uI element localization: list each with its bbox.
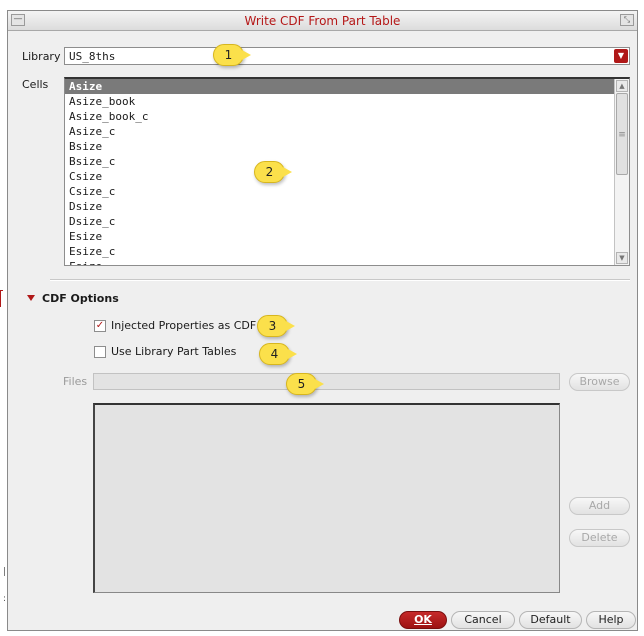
section-divider [50, 279, 630, 281]
default-button[interactable]: Default [519, 611, 582, 629]
cells-scrollbar[interactable]: ▲ ≡ ▼ [614, 79, 629, 265]
cell-list-item[interactable]: Csize [65, 169, 615, 184]
edge-marker [0, 290, 3, 307]
cell-list-item[interactable]: Dsize_c [65, 214, 615, 229]
delete-button[interactable]: Delete [569, 529, 630, 547]
files-list[interactable] [93, 403, 560, 593]
library-select[interactable]: US_8ths ▼ [64, 47, 630, 65]
cell-list-item[interactable]: Asize_book [65, 94, 615, 109]
library-value: US_8ths [69, 50, 116, 63]
cell-list-item[interactable]: Dsize [65, 199, 615, 214]
edge-tick: | [3, 567, 7, 577]
browse-button[interactable]: Browse [569, 373, 630, 391]
cell-list-item[interactable]: Asize_book_c [65, 109, 615, 124]
cdf-options-title[interactable]: CDF Options [42, 292, 119, 305]
injected-properties-label[interactable]: Injected Properties as CDF [111, 319, 256, 332]
scroll-thumb[interactable]: ≡ [616, 93, 628, 175]
injected-properties-checkbox[interactable]: ✓ [94, 320, 106, 332]
help-label: Help [598, 613, 624, 626]
resize-icon[interactable]: ⤡ [620, 14, 634, 26]
cell-list-item[interactable]: Asize [65, 79, 615, 94]
cells-label: Cells [22, 78, 49, 91]
collapse-triangle-icon[interactable] [27, 295, 35, 301]
callout-1: 1 [213, 44, 251, 66]
ok-button[interactable]: OK [399, 611, 447, 629]
cell-list-item[interactable]: Csize_c [65, 184, 615, 199]
title-bar[interactable]: — Write CDF From Part Table ⤡ [8, 11, 637, 31]
callout-2: 2 [254, 161, 292, 183]
scroll-up-icon[interactable]: ▲ [616, 80, 628, 92]
cell-list-item[interactable]: Fsize [65, 259, 615, 265]
callout-4: 4 [259, 343, 297, 365]
cancel-label: Cancel [464, 613, 502, 626]
use-library-part-tables-checkbox[interactable] [94, 346, 106, 358]
use-library-part-tables-label[interactable]: Use Library Part Tables [111, 345, 236, 358]
add-button[interactable]: Add [569, 497, 630, 515]
files-input[interactable] [93, 373, 560, 390]
files-label: Files [63, 375, 88, 388]
cells-list[interactable]: Asize Asize_book Asize_book_c Asize_c Bsize B… [64, 77, 630, 266]
cell-list-item[interactable]: Bsize [65, 139, 615, 154]
write-cdf-dialog: — Write CDF From Part Table ⤡ Library US… [7, 10, 638, 631]
callout-3: 3 [257, 315, 295, 337]
callout-5: 5 [286, 373, 324, 395]
chevron-down-icon[interactable]: ▼ [614, 49, 628, 63]
ok-label: OK [414, 613, 432, 626]
cell-list-item[interactable]: Bsize_c [65, 154, 615, 169]
scroll-down-icon[interactable]: ▼ [616, 252, 628, 264]
help-button[interactable]: Help [586, 611, 636, 629]
window-title: Write CDF From Part Table [244, 14, 401, 28]
library-label: Library [22, 50, 61, 63]
cell-list-item[interactable]: Asize_c [65, 124, 615, 139]
cell-list-item[interactable]: Esize [65, 229, 615, 244]
default-label: Default [530, 613, 571, 626]
cancel-button[interactable]: Cancel [451, 611, 515, 629]
edge-tick: : [3, 594, 7, 604]
cell-list-item[interactable]: Esize_c [65, 244, 615, 259]
